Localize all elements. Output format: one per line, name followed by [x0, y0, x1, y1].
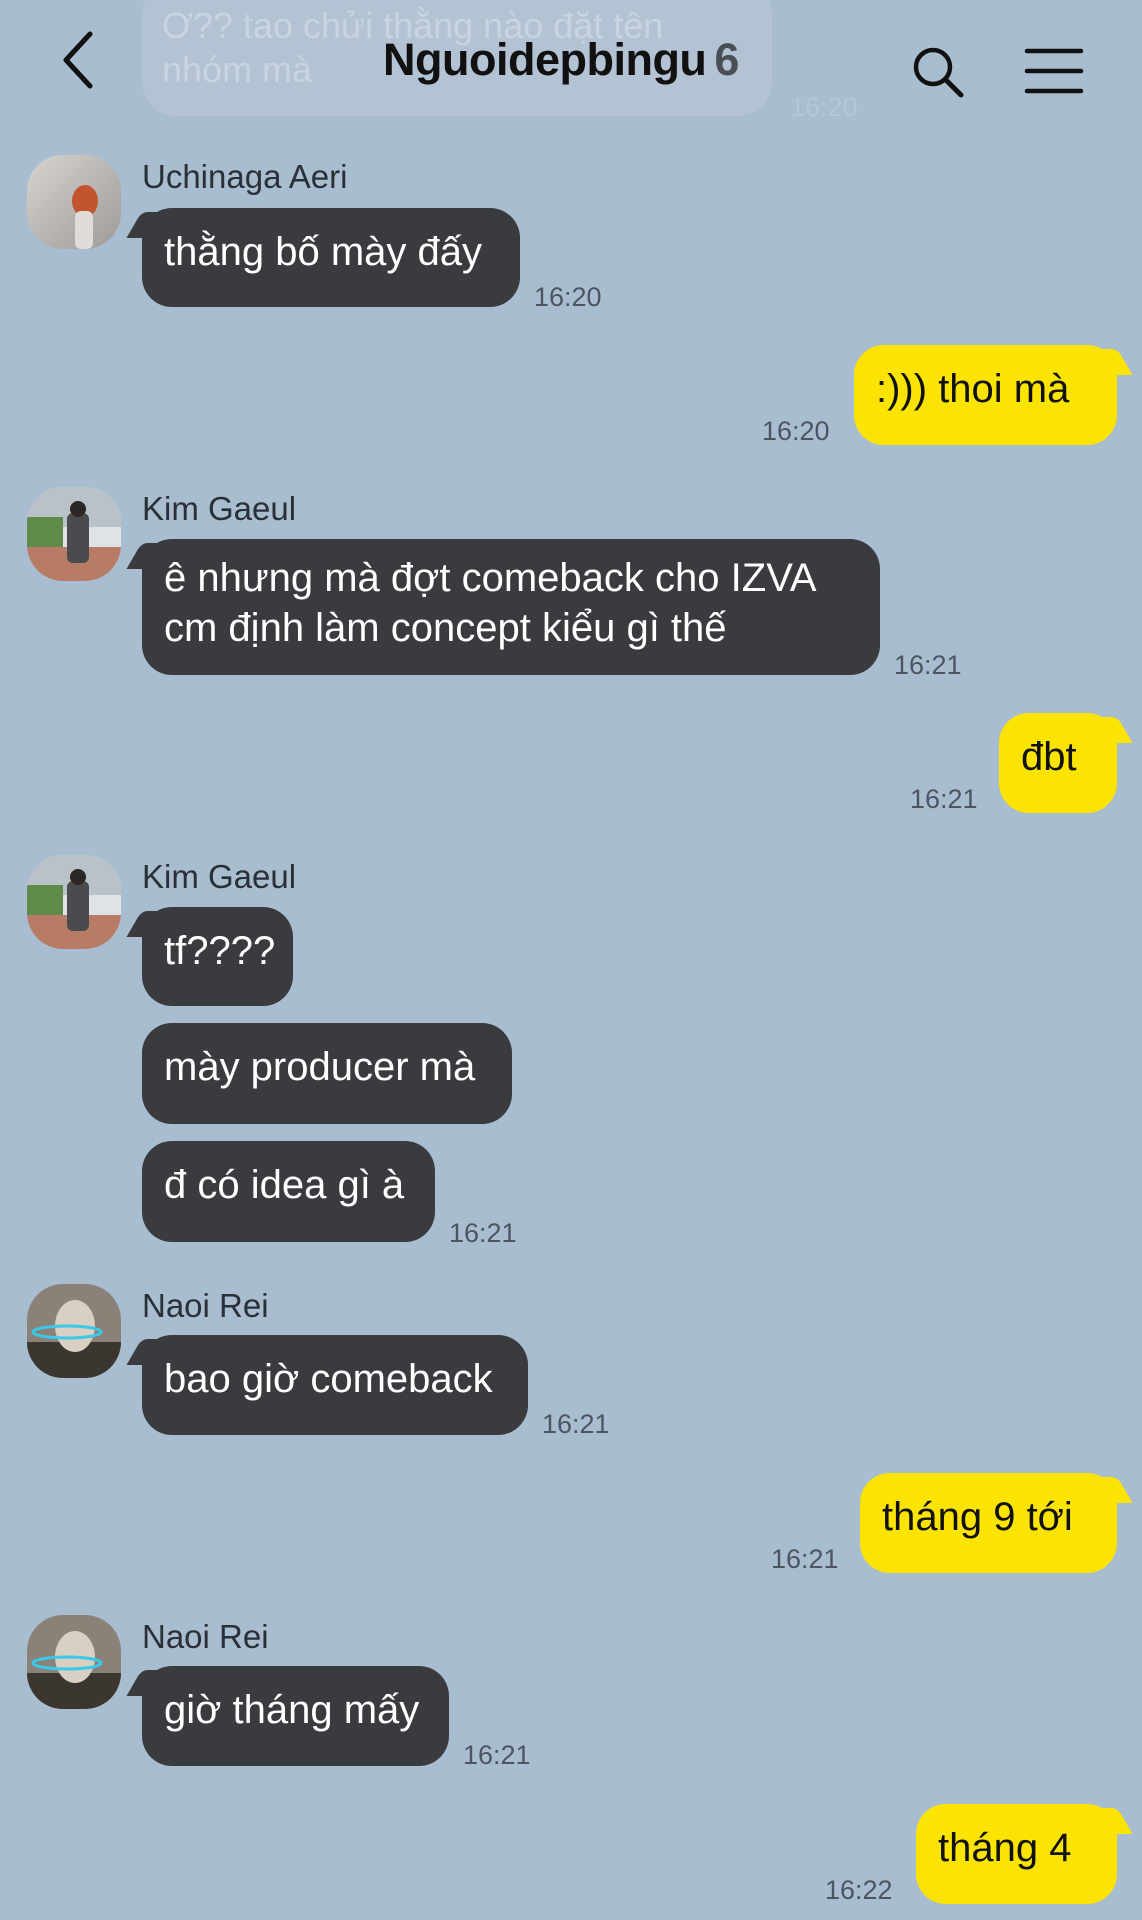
message-time: 16:21	[894, 650, 962, 680]
avatar-photo-icon	[27, 855, 121, 949]
chat-title[interactable]: Nguoidepbingu 6	[383, 34, 739, 86]
message-text: tf????	[164, 929, 276, 973]
back-arrow-icon[interactable]	[54, 28, 110, 92]
message-text: :))) thoi mà	[876, 367, 1070, 411]
message-bubble[interactable]: thằng bố mày đấy	[142, 208, 520, 307]
message-time: 16:21	[542, 1409, 610, 1439]
sender-name: Uchinaga Aeri	[142, 158, 348, 195]
avatar-photo-icon	[27, 1615, 121, 1709]
my-message-bubble[interactable]: :))) thoi mà	[854, 345, 1117, 445]
chat-screen: Ơ?? tao chửi thằng nào đặt tên nhóm mà 1…	[0, 0, 1142, 1920]
message-text: bao giờ comeback	[164, 1357, 493, 1401]
message-bubble[interactable]: bao giờ comeback	[142, 1335, 528, 1435]
search-icon[interactable]	[910, 44, 966, 100]
message-text: đbt	[1021, 735, 1077, 779]
message-text: mày producer mà	[164, 1045, 476, 1089]
avatar-photo-icon	[27, 155, 121, 249]
previous-message-time: 16:20	[790, 92, 858, 122]
sender-name: Kim Gaeul	[142, 490, 297, 527]
avatar-kim-gaeul[interactable]	[27, 855, 121, 949]
member-count: 6	[714, 34, 739, 85]
message-text: ê nhưng mà đợt comeback cho IZVA cm định…	[164, 556, 815, 650]
message-time: 16:21	[771, 1544, 839, 1574]
message-text: đ có idea gì à	[164, 1163, 405, 1207]
sender-name: Naoi Rei	[142, 1618, 269, 1655]
message-text: tháng 4	[938, 1826, 1072, 1870]
group-name: Nguoidepbingu	[383, 34, 707, 85]
avatar-photo-icon	[27, 1284, 121, 1378]
avatar-kim-gaeul[interactable]	[27, 487, 121, 581]
avatar-naoi-rei[interactable]	[27, 1284, 121, 1378]
avatar-photo-icon	[27, 487, 121, 581]
message-bubble[interactable]: ê nhưng mà đợt comeback cho IZVA cm định…	[142, 539, 880, 675]
my-message-bubble[interactable]: đbt	[999, 713, 1117, 813]
my-message-bubble[interactable]: tháng 4	[916, 1804, 1117, 1904]
avatar-naoi-rei[interactable]	[27, 1615, 121, 1709]
menu-icon[interactable]	[1024, 46, 1084, 96]
message-text: giờ tháng mấy	[164, 1688, 420, 1732]
message-bubble[interactable]: tf????	[142, 907, 293, 1006]
avatar-uchinaga-aeri[interactable]	[27, 155, 121, 249]
message-time: 16:20	[762, 416, 830, 446]
sender-name: Kim Gaeul	[142, 858, 297, 895]
sender-name: Naoi Rei	[142, 1287, 269, 1324]
my-message-bubble[interactable]: tháng 9 tới	[860, 1473, 1117, 1573]
message-text: tháng 9 tới	[882, 1495, 1073, 1539]
message-time: 16:20	[534, 282, 602, 312]
message-time: 16:21	[463, 1740, 531, 1770]
message-text: thằng bố mày đấy	[164, 230, 482, 274]
message-time: 16:21	[910, 784, 978, 814]
message-bubble[interactable]: giờ tháng mấy	[142, 1666, 449, 1766]
message-bubble[interactable]: mày producer mà	[142, 1023, 512, 1124]
message-bubble[interactable]: đ có idea gì à	[142, 1141, 435, 1242]
message-time: 16:22	[825, 1875, 893, 1905]
message-time: 16:21	[449, 1218, 517, 1248]
